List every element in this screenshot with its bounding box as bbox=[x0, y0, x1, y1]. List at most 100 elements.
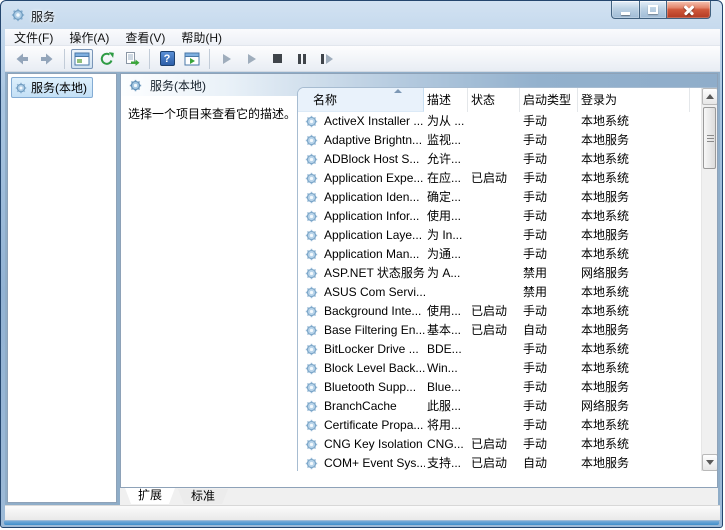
menu-file[interactable]: 文件(F) bbox=[7, 28, 60, 47]
service-description: 此服... bbox=[427, 397, 469, 416]
service-row[interactable]: COM+ Event Sys... 支持... 已启动 自动 本地服务 bbox=[298, 454, 701, 471]
column-header-name[interactable]: 名称 bbox=[298, 88, 424, 112]
service-startup-type: 手动 bbox=[523, 302, 578, 321]
service-name: Block Level Back... bbox=[324, 359, 425, 378]
service-gear-icon bbox=[305, 400, 318, 413]
service-description: Blue... bbox=[427, 378, 469, 397]
maximize-button[interactable] bbox=[639, 1, 667, 19]
scroll-up-button[interactable] bbox=[702, 88, 717, 105]
service-logon-as: 本地系统 bbox=[581, 283, 689, 302]
service-logon-as: 网络服务 bbox=[581, 264, 689, 283]
service-gear-icon bbox=[305, 210, 318, 223]
service-logon-as: 本地系统 bbox=[581, 340, 689, 359]
service-logon-as: 本地系统 bbox=[581, 435, 689, 454]
column-header-description[interactable]: 描述 bbox=[424, 88, 468, 112]
service-description: 使用... bbox=[427, 302, 469, 321]
service-gear-icon bbox=[305, 362, 318, 375]
service-description: 将用... bbox=[427, 416, 469, 435]
service-logon-as: 本地系统 bbox=[581, 302, 689, 321]
show-console-tree-icon[interactable] bbox=[71, 49, 93, 69]
pause-service-icon[interactable] bbox=[291, 49, 313, 69]
service-name: ADBlock Host S... bbox=[324, 150, 425, 169]
vertical-scrollbar[interactable] bbox=[701, 88, 717, 471]
service-description: 监视... bbox=[427, 131, 469, 150]
service-logon-as: 本地系统 bbox=[581, 245, 689, 264]
service-name: CNG Key Isolation bbox=[324, 435, 425, 454]
service-name: Certificate Propa... bbox=[324, 416, 425, 435]
service-logon-as: 本地服务 bbox=[581, 321, 689, 340]
service-status: 已启动 bbox=[471, 454, 519, 471]
toolbar-separator bbox=[149, 49, 150, 69]
console-content: 服务(本地) 服务(本地) bbox=[5, 72, 720, 505]
service-name: Application Laye... bbox=[324, 226, 425, 245]
service-logon-as: 本地系统 bbox=[581, 416, 689, 435]
service-logon-as: 本地服务 bbox=[581, 188, 689, 207]
close-button[interactable] bbox=[666, 1, 711, 19]
column-header-logon-as[interactable]: 登录为 bbox=[578, 88, 690, 112]
service-startup-type: 手动 bbox=[523, 359, 578, 378]
service-row[interactable]: Base Filtering En... 基本... 已启动 自动 本地服务 bbox=[298, 321, 701, 340]
title-bar[interactable]: 服务 bbox=[1, 1, 722, 29]
service-row[interactable]: BitLocker Drive ... BDE... 手动 本地系统 bbox=[298, 340, 701, 359]
new-taskpad-view-icon[interactable] bbox=[181, 49, 203, 69]
menu-view[interactable]: 查看(V) bbox=[118, 28, 172, 47]
service-logon-as: 本地系统 bbox=[581, 207, 689, 226]
service-row[interactable]: Application Laye... 为 In... 手动 本地服务 bbox=[298, 226, 701, 245]
service-row[interactable]: BranchCache 此服... 手动 网络服务 bbox=[298, 397, 701, 416]
scrollbar-thumb[interactable] bbox=[703, 107, 716, 169]
service-description: 为 In... bbox=[427, 226, 469, 245]
restart-service-icon[interactable] bbox=[316, 49, 338, 69]
service-logon-as: 本地服务 bbox=[581, 131, 689, 150]
menu-help[interactable]: 帮助(H) bbox=[174, 28, 229, 47]
scroll-down-button[interactable] bbox=[702, 454, 717, 471]
menu-action[interactable]: 操作(A) bbox=[62, 28, 116, 47]
service-row[interactable]: Certificate Propa... 将用... 手动 本地系统 bbox=[298, 416, 701, 435]
service-row[interactable]: ActiveX Installer ... 为从 ... 手动 本地系统 bbox=[298, 112, 701, 131]
service-row[interactable]: Application Infor... 使用... 手动 本地系统 bbox=[298, 207, 701, 226]
tab-extended[interactable]: 扩展 bbox=[125, 488, 175, 504]
service-status: 已启动 bbox=[471, 302, 519, 321]
column-header-startup-type[interactable]: 启动类型 bbox=[520, 88, 578, 112]
service-row[interactable]: ASP.NET 状态服务 为 A... 禁用 网络服务 bbox=[298, 264, 701, 283]
export-list-icon[interactable] bbox=[121, 49, 143, 69]
back-icon[interactable] bbox=[11, 49, 33, 69]
service-name: Application Expe... bbox=[324, 169, 425, 188]
minimize-button[interactable] bbox=[611, 1, 640, 19]
tree-item-services-local[interactable]: 服务(本地) bbox=[11, 77, 93, 98]
service-name: Application Infor... bbox=[324, 207, 425, 226]
service-gear-icon bbox=[305, 115, 318, 128]
service-description: CNG... bbox=[427, 435, 469, 454]
tab-standard[interactable]: 标准 bbox=[178, 489, 228, 504]
resume-service-icon[interactable] bbox=[241, 49, 263, 69]
service-row[interactable]: Application Expe... 在应... 已启动 手动 本地系统 bbox=[298, 169, 701, 188]
service-row[interactable]: Application Man... 为通... 手动 本地系统 bbox=[298, 245, 701, 264]
service-row[interactable]: Background Inte... 使用... 已启动 手动 本地系统 bbox=[298, 302, 701, 321]
service-row[interactable]: CNG Key Isolation CNG... 已启动 手动 本地系统 bbox=[298, 435, 701, 454]
start-service-icon[interactable] bbox=[216, 49, 238, 69]
service-row[interactable]: ADBlock Host S... 允许... 手动 本地系统 bbox=[298, 150, 701, 169]
service-row[interactable]: Adaptive Brightn... 监视... 手动 本地服务 bbox=[298, 131, 701, 150]
service-description: 为从 ... bbox=[427, 112, 469, 131]
forward-icon[interactable] bbox=[36, 49, 58, 69]
service-name: Background Inte... bbox=[324, 302, 425, 321]
service-startup-type: 禁用 bbox=[523, 283, 578, 302]
service-name: ASP.NET 状态服务 bbox=[324, 264, 425, 283]
service-status: 已启动 bbox=[471, 169, 519, 188]
service-gear-icon bbox=[305, 248, 318, 261]
service-description: 支持... bbox=[427, 454, 469, 471]
service-row[interactable]: Bluetooth Supp... Blue... 手动 本地服务 bbox=[298, 378, 701, 397]
service-name: Application Man... bbox=[324, 245, 425, 264]
services-gear-icon bbox=[11, 8, 25, 22]
service-row[interactable]: Application Iden... 确定... 手动 本地服务 bbox=[298, 188, 701, 207]
column-header-status[interactable]: 状态 bbox=[468, 88, 520, 112]
service-row[interactable]: Block Level Back... Win... 手动 本地系统 bbox=[298, 359, 701, 378]
service-status: 已启动 bbox=[471, 435, 519, 454]
help-icon[interactable]: ? bbox=[156, 49, 178, 69]
details-panel: 服务(本地) 选择一个项目来查看它的描述。 名称 描述 状态 启动类型 登录为 bbox=[120, 73, 718, 488]
service-gear-icon bbox=[305, 229, 318, 242]
status-bar bbox=[5, 505, 720, 520]
service-row[interactable]: ASUS Com Servi... 禁用 本地系统 bbox=[298, 283, 701, 302]
refresh-icon[interactable] bbox=[96, 49, 118, 69]
console-tree-panel: 服务(本地) bbox=[7, 73, 117, 503]
stop-service-icon[interactable] bbox=[266, 49, 288, 69]
